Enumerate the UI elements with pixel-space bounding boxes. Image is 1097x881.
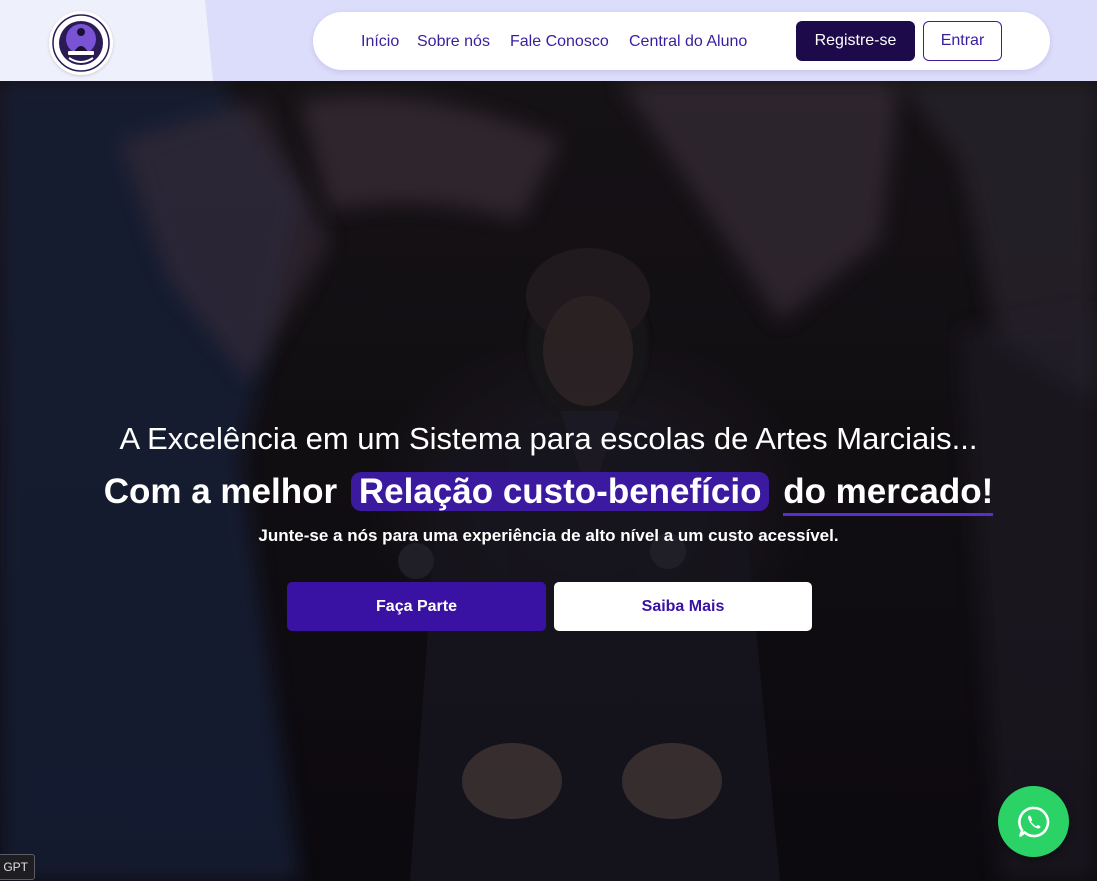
join-button[interactable]: Faça Parte bbox=[287, 582, 546, 631]
subheadline-prefix: Com a melhor bbox=[103, 472, 338, 511]
corner-tag[interactable]: GPT bbox=[0, 854, 35, 880]
whatsapp-icon bbox=[1017, 806, 1049, 837]
nav-inicio-link[interactable]: Início bbox=[361, 33, 399, 51]
page: Início Sobre nós Fale Conosco Central do… bbox=[0, 0, 1097, 881]
nav-central-aluno-link[interactable]: Central do Aluno bbox=[629, 33, 747, 51]
nav-sobre-link[interactable]: Sobre nós bbox=[417, 33, 490, 51]
nav-contato-link[interactable]: Fale Conosco bbox=[510, 33, 609, 51]
brand-logo[interactable] bbox=[49, 11, 113, 75]
logo-emblem-icon bbox=[52, 14, 110, 72]
learn-more-button[interactable]: Saiba Mais bbox=[554, 582, 812, 631]
subheadline-highlight: Relação custo-benefício bbox=[350, 472, 770, 511]
header: Início Sobre nós Fale Conosco Central do… bbox=[0, 0, 1097, 81]
hero-headline: A Excelência em um Sistema para escolas … bbox=[119, 421, 978, 456]
hero-section: A Excelência em um Sistema para escolas … bbox=[0, 81, 1097, 881]
hero-tagline: Junte-se a nós para uma experiência de a… bbox=[258, 526, 839, 545]
login-button[interactable]: Entrar bbox=[923, 21, 1002, 61]
whatsapp-button[interactable] bbox=[998, 786, 1069, 857]
hero-subheadline: Com a melhor Relação custo-benefício do … bbox=[0, 470, 1097, 516]
subheadline-suffix: do mercado! bbox=[783, 472, 994, 516]
register-button[interactable]: Registre-se bbox=[796, 21, 915, 61]
